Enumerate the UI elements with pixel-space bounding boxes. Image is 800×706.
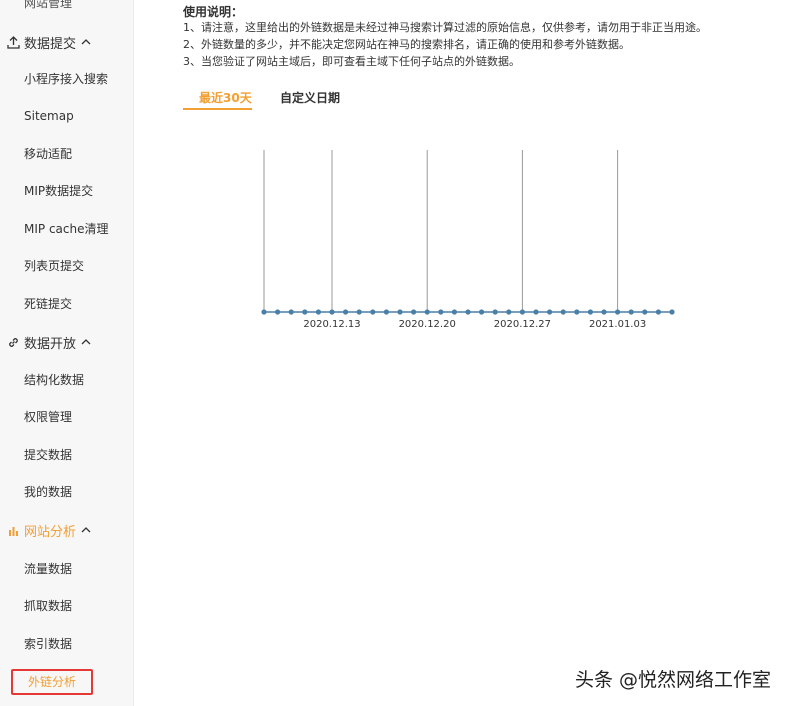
chart-point[interactable] — [438, 309, 444, 315]
chart-point[interactable] — [601, 309, 607, 315]
chart-point[interactable] — [329, 309, 335, 315]
sidebar-item-list-page[interactable]: 列表页提交 — [24, 257, 84, 275]
chart-point[interactable] — [506, 309, 512, 315]
chart-point[interactable] — [302, 309, 308, 315]
sidebar-section-label: 数据开放 — [24, 336, 77, 352]
upload-icon — [6, 35, 20, 49]
chart-point[interactable] — [465, 309, 471, 315]
chart-point[interactable] — [655, 309, 662, 315]
bar-chart-icon — [6, 523, 20, 537]
sidebar-item-crawl[interactable]: 抓取数据 — [24, 597, 72, 615]
sidebar-item-dead-link[interactable]: 死链提交 — [24, 295, 72, 313]
watermark: 头条 @悦然网络工作室 — [575, 669, 772, 691]
chart-point[interactable] — [479, 309, 485, 315]
backlink-chart: 2020.12.13 2020.12.20 2020.12.27 2021.01.03 — [261, 150, 675, 330]
chart-point[interactable] — [587, 309, 593, 315]
chevron-up-icon — [81, 337, 91, 347]
chart-point[interactable] — [560, 309, 566, 315]
sidebar-item-mini-program[interactable]: 小程序接入搜索 — [24, 70, 108, 88]
chart-point[interactable] — [411, 309, 417, 315]
sidebar-section-data-open[interactable]: 数据开放 — [6, 332, 91, 352]
chart-point[interactable] — [288, 309, 294, 315]
chart-point[interactable] — [356, 309, 362, 315]
sidebar-item-backlink-analysis[interactable]: 外链分析 — [11, 669, 93, 695]
chart-point[interactable] — [547, 309, 553, 315]
chart-x-tick-label: 2020.12.27 — [494, 319, 551, 330]
sidebar-section-site-analysis[interactable]: 网站分析 — [6, 520, 91, 540]
chart-point[interactable] — [615, 309, 621, 315]
sidebar-item-mip-cache[interactable]: MIP cache清理 — [24, 220, 108, 238]
main-content: 使用说明： 1、请注意，这里给出的外链数据是未经过神马搜索计算过滤的原始信息，仅… — [134, 0, 800, 706]
sidebar-item-traffic[interactable]: 流量数据 — [24, 560, 72, 578]
chevron-up-icon — [81, 525, 91, 535]
sidebar-item-sitemap[interactable]: Sitemap — [24, 107, 74, 125]
chevron-up-icon — [81, 37, 91, 47]
chart-point[interactable] — [275, 309, 281, 315]
chart-point[interactable] — [370, 309, 376, 315]
chart-point[interactable] — [492, 309, 498, 315]
sidebar-item-my-data[interactable]: 我的数据 — [24, 483, 72, 501]
chart-x-tick-label: 2021.01.03 — [589, 319, 646, 330]
sidebar-item-mobile-adapt[interactable]: 移动适配 — [24, 145, 72, 163]
chart-x-tick-label: 2020.12.20 — [399, 319, 456, 330]
sidebar-item-permission[interactable]: 权限管理 — [24, 408, 72, 426]
chart-point[interactable] — [451, 309, 457, 315]
sidebar-section-label: 网站分析 — [24, 524, 77, 540]
chart-point[interactable] — [669, 309, 675, 315]
chart-point[interactable] — [261, 309, 267, 315]
sidebar-section-label: 数据提交 — [24, 36, 77, 52]
sidebar-item-site-management[interactable]: 网站管理 — [24, 0, 72, 11]
chart-point[interactable] — [533, 309, 539, 315]
chart-point[interactable] — [574, 309, 580, 315]
chart-point[interactable] — [424, 309, 430, 315]
sidebar-item-mip-submit[interactable]: MIP数据提交 — [24, 182, 93, 200]
sidebar: 网站管理 数据提交 小程序接入搜索 Sitemap 移动适配 MIP数据提交 M… — [0, 0, 134, 706]
sidebar-item-submit-data[interactable]: 提交数据 — [24, 446, 72, 464]
chart-point[interactable] — [343, 309, 349, 315]
chart-point[interactable] — [642, 309, 648, 315]
link-icon — [6, 335, 20, 349]
chart-point[interactable] — [519, 309, 525, 315]
chart-point[interactable] — [383, 309, 389, 315]
chart-point[interactable] — [315, 309, 321, 315]
sidebar-section-data-submit[interactable]: 数据提交 — [6, 32, 91, 52]
sidebar-item-structured-data[interactable]: 结构化数据 — [24, 371, 84, 389]
chart-point[interactable] — [397, 309, 403, 315]
sidebar-item-index[interactable]: 索引数据 — [24, 635, 72, 653]
chart-x-tick-label: 2020.12.13 — [303, 319, 360, 330]
chart-point[interactable] — [628, 309, 634, 315]
